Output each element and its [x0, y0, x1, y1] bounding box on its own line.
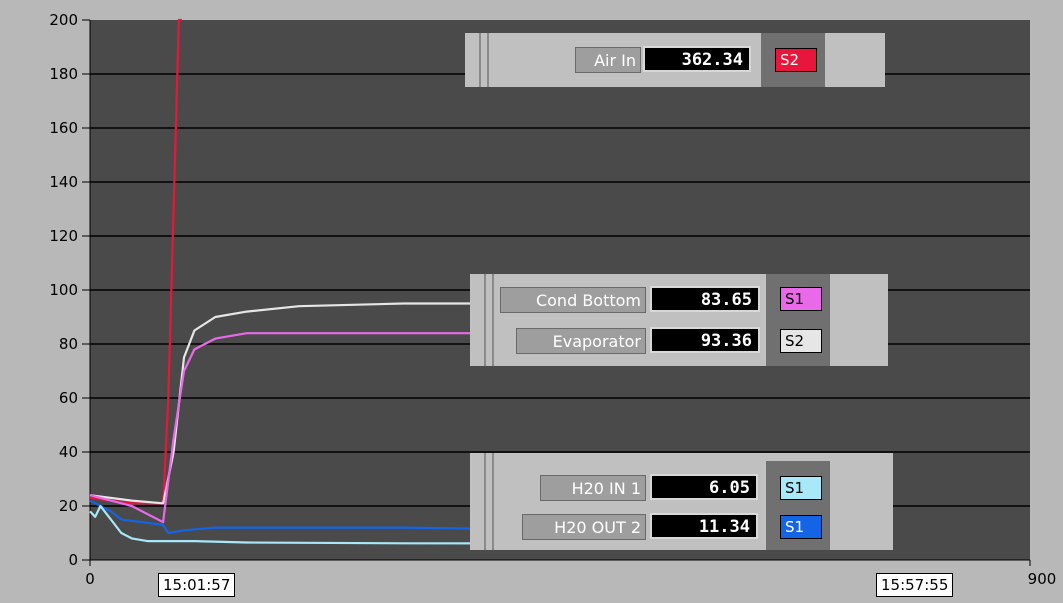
air-in-value: 362.34 — [643, 46, 751, 72]
cond-bottom-tag: S1 — [780, 287, 822, 311]
air-in-label: Air In — [575, 47, 641, 73]
cond-evap-panel: Cond Bottom 83.65 Evaporator 93.36 S1 S2 — [470, 274, 888, 366]
y-tick-label: 180 — [49, 65, 78, 83]
x-tick-label: 900 — [1028, 570, 1057, 588]
y-tick-label: 60 — [59, 389, 78, 407]
air-in-panel: Air In 362.34 S2 — [465, 33, 885, 87]
y-tick-label: 160 — [49, 119, 78, 137]
h2o-out-2-label: H20 OUT 2 — [522, 514, 646, 540]
time-start-label: 15:01:57 — [158, 573, 236, 597]
h2o-in-1-value: 6.05 — [650, 474, 758, 500]
evaporator-value: 93.36 — [650, 327, 760, 353]
cond-bottom-value: 83.65 — [650, 286, 760, 312]
y-tick-label: 140 — [49, 173, 78, 191]
h2o-in-1-label: H20 IN 1 — [540, 475, 646, 501]
x-tick-label: 0 — [85, 570, 95, 588]
air-in-tag: S2 — [775, 48, 817, 72]
evaporator-label: Evaporator — [516, 328, 646, 354]
y-tick-label: 80 — [59, 335, 78, 353]
y-tick-label: 200 — [49, 11, 78, 29]
h2o-out-2-tag: S1 — [780, 515, 822, 539]
cond-bottom-label: Cond Bottom — [500, 287, 646, 313]
y-tick-label: 120 — [49, 227, 78, 245]
y-tick-label: 0 — [68, 551, 78, 569]
h2o-panel: H20 IN 1 6.05 H20 OUT 2 11.34 S1 S1 — [470, 453, 893, 550]
y-tick-label: 20 — [59, 497, 78, 515]
h2o-in-1-tag: S1 — [780, 476, 822, 500]
time-end-label: 15:57:55 — [876, 573, 954, 597]
evaporator-tag: S2 — [780, 329, 822, 353]
y-tick-label: 40 — [59, 443, 78, 461]
y-tick-label: 100 — [49, 281, 78, 299]
h2o-out-2-value: 11.34 — [650, 513, 758, 539]
